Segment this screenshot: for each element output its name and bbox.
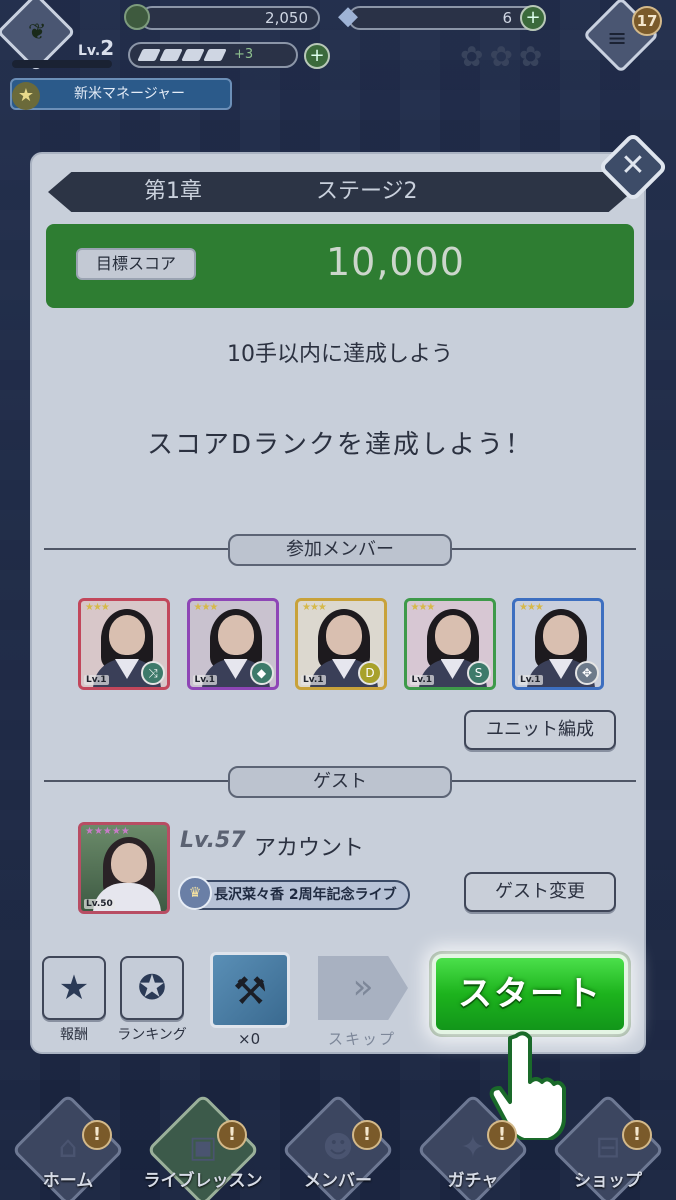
coin-counter: 2,050 — [140, 6, 320, 30]
member-face — [543, 615, 579, 655]
mission-rank: スコアDランクを達成しよう！ — [146, 430, 534, 460]
nav-icon: ✦ — [460, 1130, 486, 1165]
member-face — [326, 615, 362, 655]
member-level: Lv.1 — [301, 675, 326, 685]
alert-badge: ! — [622, 1120, 652, 1150]
skill-icon: S — [466, 661, 491, 685]
members-header: 参加メンバー — [228, 534, 452, 566]
crown-icon: ♛ — [178, 876, 212, 910]
member-card[interactable]: ★★★ Lv.1 ⤨ — [78, 598, 170, 690]
star-icon: ★ — [58, 968, 90, 1008]
ranking-button[interactable]: ✪ — [120, 956, 184, 1020]
member-card[interactable]: ★★★ Lv.1 D — [295, 598, 387, 690]
player-level: Lv.2 — [78, 36, 115, 60]
member-stars: ★★★ — [302, 602, 327, 613]
gem-counter: 6 — [348, 6, 542, 30]
reward-button[interactable]: ★ — [42, 956, 106, 1020]
nav-icon: ⌂ — [58, 1130, 78, 1165]
nav-item[interactable]: ⌂ ホーム! — [0, 1093, 130, 1200]
unit-formation-button[interactable]: ユニット編成 — [464, 710, 616, 750]
nav-item[interactable]: ☻ メンバー! — [268, 1093, 400, 1200]
add-gems-button[interactable]: + — [520, 5, 546, 31]
skill-icon: ◆ — [249, 661, 274, 685]
stage-label: ステージ2 — [316, 179, 418, 204]
stage-dialog: 第1章 ステージ2 目標スコア 10,000 10手以内に達成しよう スコアDラ… — [30, 152, 646, 1054]
close-icon: ✕ — [620, 148, 646, 183]
nav-label: ガチャ — [447, 1171, 499, 1191]
exp-bar — [12, 60, 112, 68]
member-card[interactable]: ★★★ Lv.1 S — [403, 598, 496, 690]
skill-icon: D — [358, 661, 382, 685]
notification-badge: 17 — [632, 6, 662, 36]
target-score-value: 10,000 — [326, 240, 465, 284]
guest-header: ゲスト — [228, 766, 452, 798]
skill-icon: ✥ — [575, 661, 599, 685]
member-stars: ★★★ — [85, 602, 110, 613]
alert-badge: ! — [487, 1120, 517, 1150]
mission-moves: 10手以内に達成しよう — [227, 342, 453, 367]
nav-label: ショップ — [574, 1171, 642, 1191]
add-stamina-button[interactable]: + — [304, 43, 330, 69]
nav-label: ホーム — [42, 1171, 94, 1191]
member-level: Lv.1 — [409, 675, 435, 685]
nav-icon: ▣ — [188, 1130, 218, 1165]
guest-level: Lv.57 — [180, 828, 246, 853]
nav-icon: ⊟ — [595, 1130, 621, 1165]
alert-badge: ! — [82, 1120, 112, 1150]
guest-card-stars: ★★★★★ — [85, 826, 130, 837]
nav-label: ライブレッスン — [143, 1171, 263, 1191]
skip-button[interactable]: » — [318, 956, 408, 1020]
member-stars: ★★★ — [193, 602, 219, 613]
member-card[interactable]: ★★★ Lv.1 ✥ — [512, 598, 604, 690]
member-face — [217, 615, 254, 655]
player-title: 新米マネージャー — [10, 78, 232, 110]
nav-item[interactable]: ✦ ガチャ! — [403, 1093, 535, 1200]
chapter-label: 第1章 — [144, 179, 202, 204]
bottom-nav: ⌂ ホーム! ▣ ライブレッスン! ☻ メンバー! ✦ ガチャ! ⊟ ショップ! — [0, 1093, 676, 1200]
member-face — [434, 615, 471, 655]
guest-change-button[interactable]: ゲスト変更 — [464, 872, 616, 912]
stamina-extra: +3 — [234, 47, 254, 62]
top-hud: ❦ Lv.2 2,050 6 ◆ + +3 + ✿✿✿ ≡ 17 新米マネージャ… — [0, 0, 676, 110]
reward-label: 報酬 — [60, 1027, 88, 1043]
nav-label: メンバー — [304, 1171, 372, 1191]
start-button[interactable]: スタート — [432, 954, 628, 1034]
member-stars: ★★★ — [519, 602, 544, 613]
fast-forward-icon: » — [352, 967, 374, 1007]
ranking-label: ランキング — [117, 1027, 187, 1043]
member-level: Lv.1 — [192, 675, 218, 685]
guest-title: 長沢菜々香 2周年記念ライブ — [184, 880, 410, 910]
hammer-icon: ⚒ — [232, 969, 268, 1013]
item-count: ×0 — [238, 1030, 261, 1048]
rank-icons: ✿✿✿ — [460, 40, 549, 73]
guest-card-level: Lv.50 — [84, 899, 115, 909]
star-icon: ★ — [12, 82, 40, 110]
member-level: Lv.1 — [84, 675, 109, 685]
guest-name: アカウント — [254, 836, 365, 861]
medal-icon: ✪ — [137, 968, 167, 1008]
target-score-panel: 目標スコア 10,000 — [46, 224, 634, 308]
sprout-icon: ❦ — [28, 20, 47, 45]
stamina-bar: +3 — [128, 42, 298, 68]
nav-item[interactable]: ▣ ライブレッスン! — [133, 1093, 265, 1200]
skill-icon: ⤨ — [141, 661, 165, 685]
stage-header: 第1章 ステージ2 — [48, 172, 632, 212]
gem-icon: ◆ — [338, 1, 358, 31]
alert-badge: ! — [217, 1120, 247, 1150]
member-card[interactable]: ★★★ Lv.1 ◆ — [186, 598, 279, 690]
member-stars: ★★★ — [410, 602, 436, 613]
target-score-label: 目標スコア — [76, 248, 196, 280]
skip-label: スキップ — [328, 1030, 397, 1048]
menu-icon: ≡ — [607, 24, 628, 52]
member-list: ★★★ Lv.1 ⤨ ★★★ Lv.1 ◆ ★★★ Lv.1 D ★★★ Lv.1 S ★★★ Lv.1 ✥ — [78, 598, 608, 690]
member-level: Lv.1 — [518, 675, 543, 685]
alert-badge: ! — [352, 1120, 382, 1150]
nav-item[interactable]: ⊟ ショップ! — [538, 1093, 670, 1200]
coin-icon — [124, 4, 150, 30]
hammer-item-button[interactable]: ⚒ — [210, 952, 290, 1028]
guest-card[interactable]: ★★★★★ Lv.50 — [78, 822, 170, 914]
member-face — [109, 615, 145, 655]
nav-icon: ☻ — [322, 1130, 354, 1165]
